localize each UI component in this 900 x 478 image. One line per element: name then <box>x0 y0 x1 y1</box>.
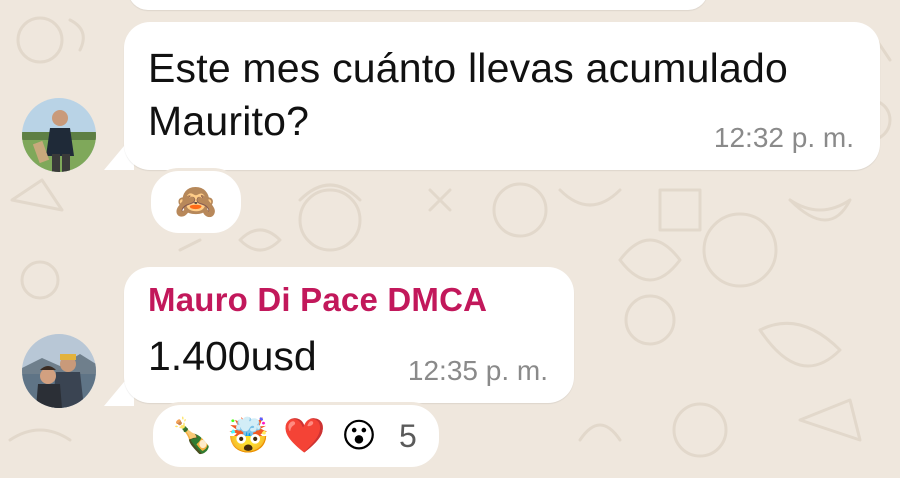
sender-avatar[interactable] <box>22 334 96 408</box>
message-timestamp: 12:35 p. m. <box>407 355 548 386</box>
reaction-pill[interactable]: 🙈 <box>148 168 244 236</box>
message-timestamp: 12:32 p. m. <box>713 122 854 153</box>
previous-message-bubble <box>128 0 708 10</box>
heart-icon: ❤️ <box>283 417 326 455</box>
exploding-head-icon: 🤯 <box>227 417 270 455</box>
sender-name[interactable]: Mauro Di Pace DMCA <box>148 281 487 319</box>
reaction-pill[interactable]: 🍾 🤯 ❤️ 😮 5 <box>150 402 442 470</box>
see-no-evil-monkey-icon: 🙈 <box>174 183 218 221</box>
sender-avatar[interactable] <box>22 98 96 172</box>
message-text: 1.400usd <box>148 333 317 379</box>
message-bubble[interactable]: Este mes cuánto llevas acumulado Maurito… <box>124 22 880 170</box>
avatar-photo-icon <box>22 98 96 172</box>
message-bubble[interactable]: Mauro Di Pace DMCA 1.400usd 12:35 p. m. <box>124 267 574 403</box>
reaction-count: 5 <box>399 417 417 454</box>
surprised-face-icon: 😮 <box>341 417 377 455</box>
avatar-photo-icon <box>22 334 96 408</box>
champagne-icon: 🍾 <box>171 417 214 455</box>
